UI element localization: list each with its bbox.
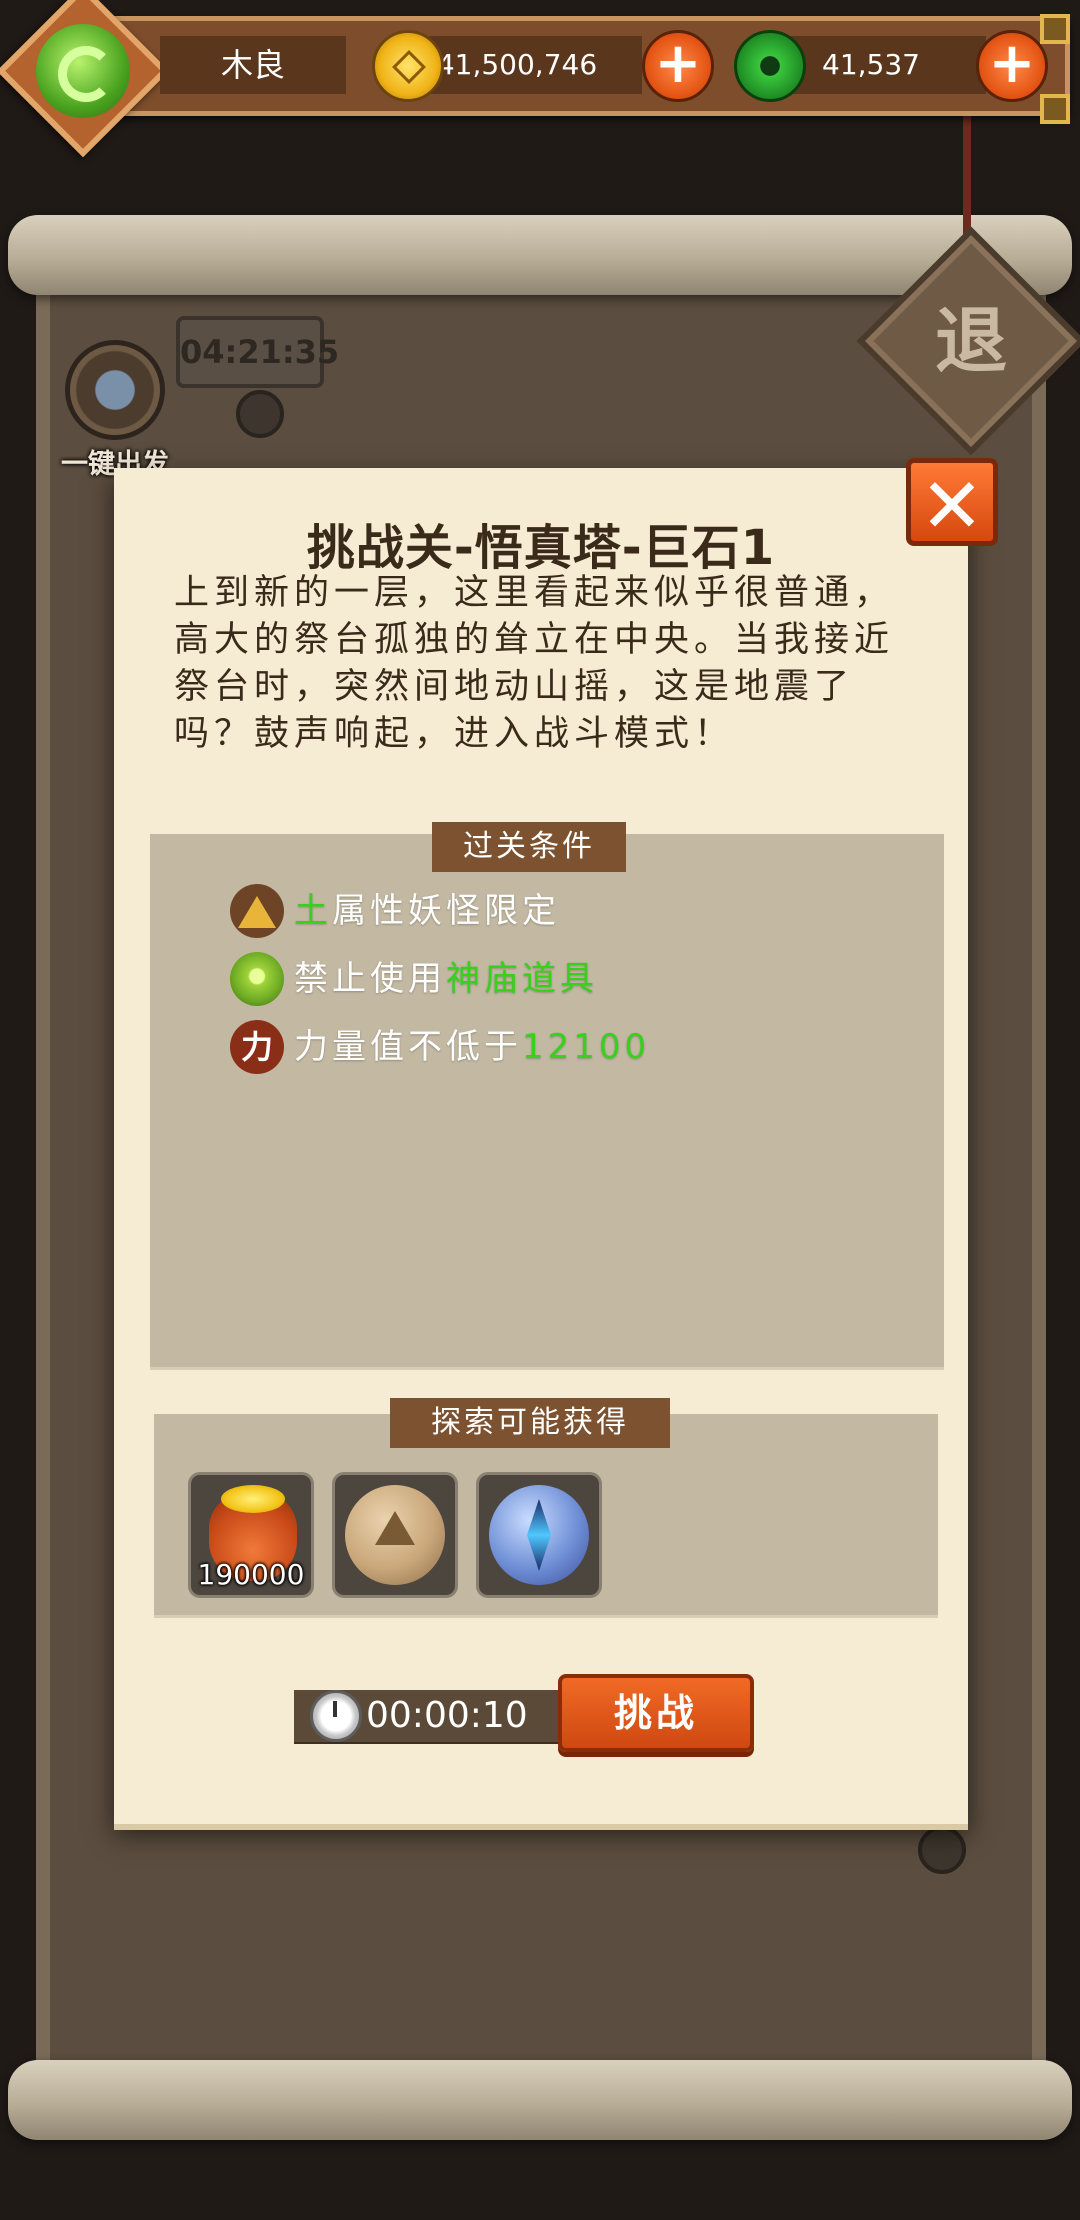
condition-text: 土属性妖怪限定 xyxy=(294,891,560,931)
corner-ornament-icon xyxy=(1040,94,1070,124)
background-node-knob xyxy=(918,1826,966,1874)
compass-icon xyxy=(65,340,165,440)
player-name: 木良 xyxy=(160,36,346,94)
condition-text: 力量值不低于12100 xyxy=(294,1027,651,1067)
scroll-bottom-roller xyxy=(8,2060,1072,2140)
reward-slot[interactable] xyxy=(476,1472,602,1598)
story-text: 上到新的一层，这里看起来似乎很普通，高大的祭台孤独的耸立在中央。当我接近祭台时，… xyxy=(174,573,895,754)
add-gold-button[interactable]: + xyxy=(642,30,714,102)
avatar-jade-dragon-icon[interactable] xyxy=(36,24,130,118)
background-node-knob xyxy=(236,390,284,438)
crystal-orb-icon xyxy=(489,1485,589,1585)
timer-text: 00:00:10 xyxy=(366,1695,528,1736)
conditions-header: 过关条件 xyxy=(432,822,626,872)
exit-label: 退 xyxy=(934,299,1007,383)
condition-text: 禁止使用神庙道具 xyxy=(294,959,598,999)
reward-quantity: 190000 xyxy=(197,1558,305,1591)
jade-coin-icon xyxy=(734,30,806,102)
jade-ban-icon xyxy=(230,952,284,1006)
rewards-header: 探索可能获得 xyxy=(390,1398,670,1448)
one-click-depart-button[interactable]: 一键出发 xyxy=(40,340,190,480)
stopwatch-icon xyxy=(310,1690,362,1742)
earth-element-icon xyxy=(230,884,284,938)
power-icon: 力 xyxy=(230,1020,284,1074)
corner-ornament-icon xyxy=(1040,14,1070,44)
challenge-button[interactable]: 挑战 xyxy=(558,1674,754,1752)
add-jade-button[interactable]: + xyxy=(976,30,1048,102)
reward-slot[interactable] xyxy=(332,1472,458,1598)
background-stage-timer: 04:21:35 xyxy=(176,316,339,388)
reward-slot[interactable]: 190000 xyxy=(188,1472,314,1598)
stone-orb-icon xyxy=(345,1485,445,1585)
gold-coin-icon xyxy=(372,30,444,102)
dialog-title: 挑战关-悟真塔-巨石1 xyxy=(306,520,776,576)
